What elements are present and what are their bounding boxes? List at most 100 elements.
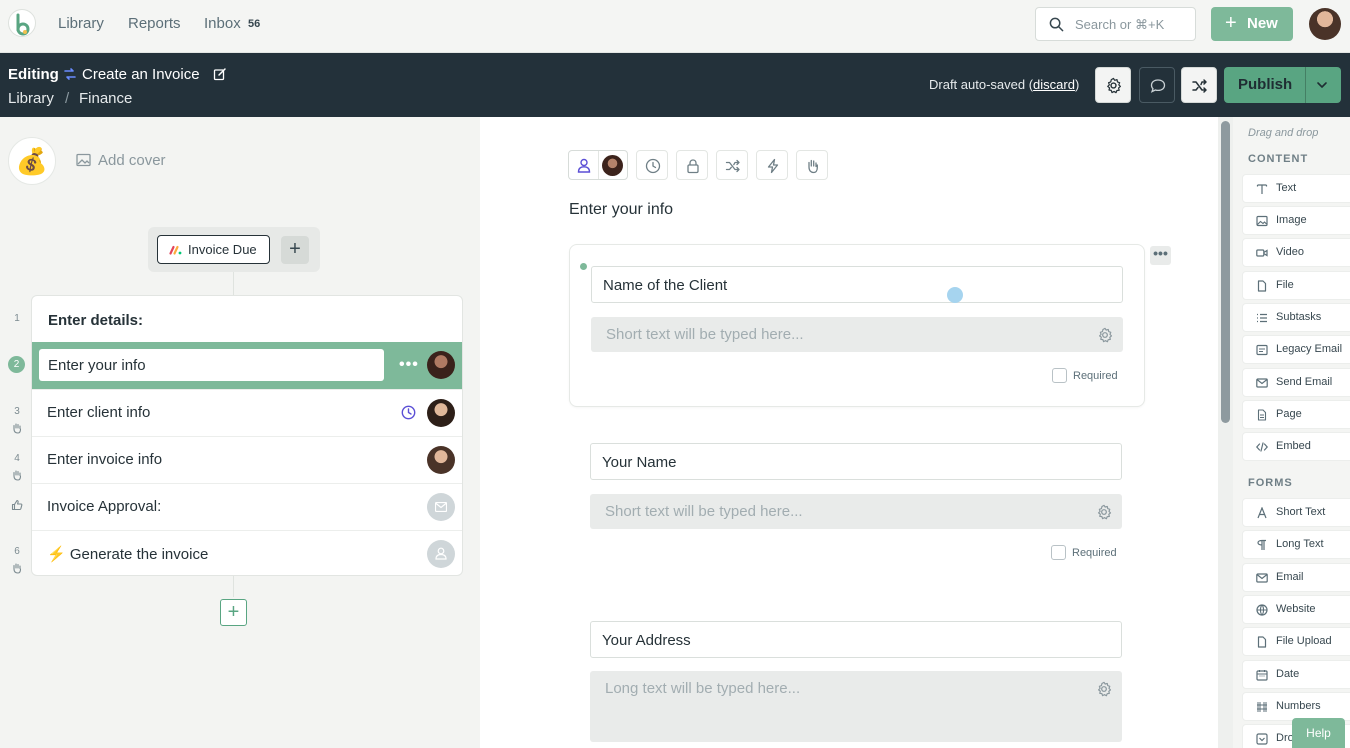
field-more-options-button[interactable]: ••• [1150, 246, 1171, 265]
widget-legacy-email[interactable]: Legacy Email [1242, 335, 1350, 364]
hand-icon [808, 159, 818, 174]
nav-library[interactable]: Library [58, 15, 104, 32]
user-avatar[interactable] [1309, 8, 1341, 40]
widget-embed[interactable]: Embed [1242, 432, 1350, 461]
breadcrumb-separator: / [65, 90, 70, 107]
gear-icon [1107, 77, 1122, 94]
add-step-button[interactable]: + [220, 599, 247, 626]
assignee-avatar[interactable] [427, 399, 455, 427]
short-text-icon [1257, 507, 1267, 519]
widget-subtasks[interactable]: Subtasks [1242, 303, 1350, 332]
email-icon [435, 502, 447, 512]
add-trigger-button[interactable]: + [281, 236, 309, 264]
step-title[interactable]: Enter your info [569, 201, 673, 219]
nav-inbox[interactable]: Inbox [204, 15, 241, 32]
shuffle-icon [725, 159, 740, 173]
assignee-avatar[interactable] [427, 446, 455, 474]
conditions-button[interactable] [716, 150, 748, 180]
widget-file[interactable]: File [1242, 271, 1350, 300]
breadcrumb-library[interactable]: Library [8, 90, 54, 107]
user-icon [435, 547, 447, 560]
assignee-avatar[interactable] [427, 351, 455, 379]
user-icon [577, 158, 591, 173]
widget-send-email[interactable]: Send Email [1242, 368, 1350, 397]
list-item-generate-invoice[interactable]: ⚡ Generate the invoice [32, 530, 462, 575]
widget-image[interactable]: Image [1242, 206, 1350, 235]
trigger-invoice-due[interactable]: Invoice Due [157, 235, 270, 264]
widget-file-upload[interactable]: File Upload [1242, 627, 1350, 656]
automation-button[interactable] [756, 150, 788, 180]
globe-icon [1256, 604, 1268, 616]
hash-icon [1257, 702, 1267, 712]
more-options-icon[interactable]: ••• [399, 356, 419, 374]
chevron-down-icon[interactable] [1315, 78, 1329, 92]
app-logo[interactable] [8, 9, 36, 37]
widget-date[interactable]: Date [1242, 660, 1350, 689]
lightning-icon [767, 158, 779, 174]
widget-numbers[interactable]: Numbers [1242, 692, 1350, 721]
help-button[interactable]: Help [1292, 718, 1345, 748]
autosave-status: Draft auto-saved (discard) [929, 77, 1080, 92]
field-label-input[interactable]: Name of the Client [591, 266, 1123, 303]
search-placeholder: Search or ⌘+K [1075, 17, 1165, 32]
gear-icon[interactable] [1097, 327, 1113, 343]
email-assignee-avatar[interactable] [427, 493, 455, 521]
workflow-icon-emoji[interactable]: 💰 [8, 137, 56, 185]
steps-header[interactable]: Enter details: [48, 312, 143, 329]
stop-task-button[interactable] [796, 150, 828, 180]
editing-label: Editing [8, 66, 59, 83]
gear-icon[interactable] [1096, 504, 1112, 520]
clock-icon [401, 405, 416, 420]
widget-text[interactable]: Text [1242, 174, 1350, 203]
widget-palette: Drag and drop CONTENT Text Image Video F… [1233, 117, 1350, 748]
discard-link[interactable]: discard [1033, 77, 1075, 92]
workflow-title[interactable]: Create an Invoice [82, 66, 200, 83]
widget-long-text[interactable]: Long Text [1242, 530, 1350, 559]
search-input[interactable]: Search or ⌘+K [1035, 7, 1196, 41]
widget-page[interactable]: Page [1242, 400, 1350, 429]
long-text-preview: Long text will be typed here... [590, 671, 1122, 742]
form-field-card-client-name[interactable]: Name of the Client Short text will be ty… [569, 244, 1145, 407]
field-label-input[interactable]: Your Address [590, 621, 1122, 658]
nav-reports[interactable]: Reports [128, 15, 181, 32]
inbox-count-badge: 56 [248, 18, 261, 30]
list-item-enter-invoice-info[interactable]: Enter invoice info [32, 436, 462, 483]
user-assignee-avatar[interactable] [427, 540, 455, 568]
paragraph-icon [1257, 539, 1266, 550]
breadcrumb-finance[interactable]: Finance [79, 90, 132, 107]
widget-website[interactable]: Website [1242, 595, 1350, 624]
drag-drop-hint: Drag and drop [1248, 127, 1319, 139]
step-number: 1 [14, 313, 20, 324]
list-item-enter-your-info[interactable]: Enter your info ••• [32, 342, 462, 389]
assignee-avatar[interactable] [602, 155, 623, 176]
conditional-logic-button[interactable] [1181, 67, 1217, 103]
publish-split-divider [1305, 67, 1306, 103]
settings-button[interactable] [1095, 67, 1131, 103]
trigger-label: Invoice Due [188, 242, 257, 257]
editor-scrollbar[interactable] [1218, 117, 1233, 748]
publish-label: Publish [1238, 76, 1293, 93]
widget-email[interactable]: Email [1242, 563, 1350, 592]
widget-short-text[interactable]: Short Text [1242, 498, 1350, 527]
permissions-button[interactable] [676, 150, 708, 180]
due-date-button[interactable] [636, 150, 668, 180]
field-label-input[interactable]: Your Name [590, 443, 1122, 480]
assign-button[interactable] [568, 150, 628, 180]
comments-button[interactable] [1139, 67, 1175, 103]
checkbox[interactable] [1051, 545, 1066, 560]
form-field-card-your-name[interactable]: Your Name Short text will be typed here.… [569, 422, 1145, 585]
scrollbar-thumb[interactable] [1221, 121, 1230, 423]
gear-icon[interactable] [1096, 681, 1112, 697]
step-title-input[interactable]: Enter your info [39, 349, 384, 381]
new-button[interactable]: + New [1211, 7, 1293, 41]
list-item-enter-client-info[interactable]: Enter client info [32, 389, 462, 436]
workflow-outline-panel: 💰 Add cover Invoice Due + 1 2 3 4 6 Ente… [0, 117, 480, 748]
edit-icon[interactable] [213, 67, 227, 81]
workflow-icon [64, 68, 76, 80]
dropdown-icon [1256, 733, 1268, 745]
publish-button[interactable]: Publish [1224, 67, 1341, 103]
widget-video[interactable]: Video [1242, 238, 1350, 267]
form-field-card-your-address[interactable]: Your Address Long text will be typed her… [569, 600, 1145, 748]
checkbox[interactable] [1052, 368, 1067, 383]
list-item-invoice-approval[interactable]: Invoice Approval: [32, 483, 462, 530]
